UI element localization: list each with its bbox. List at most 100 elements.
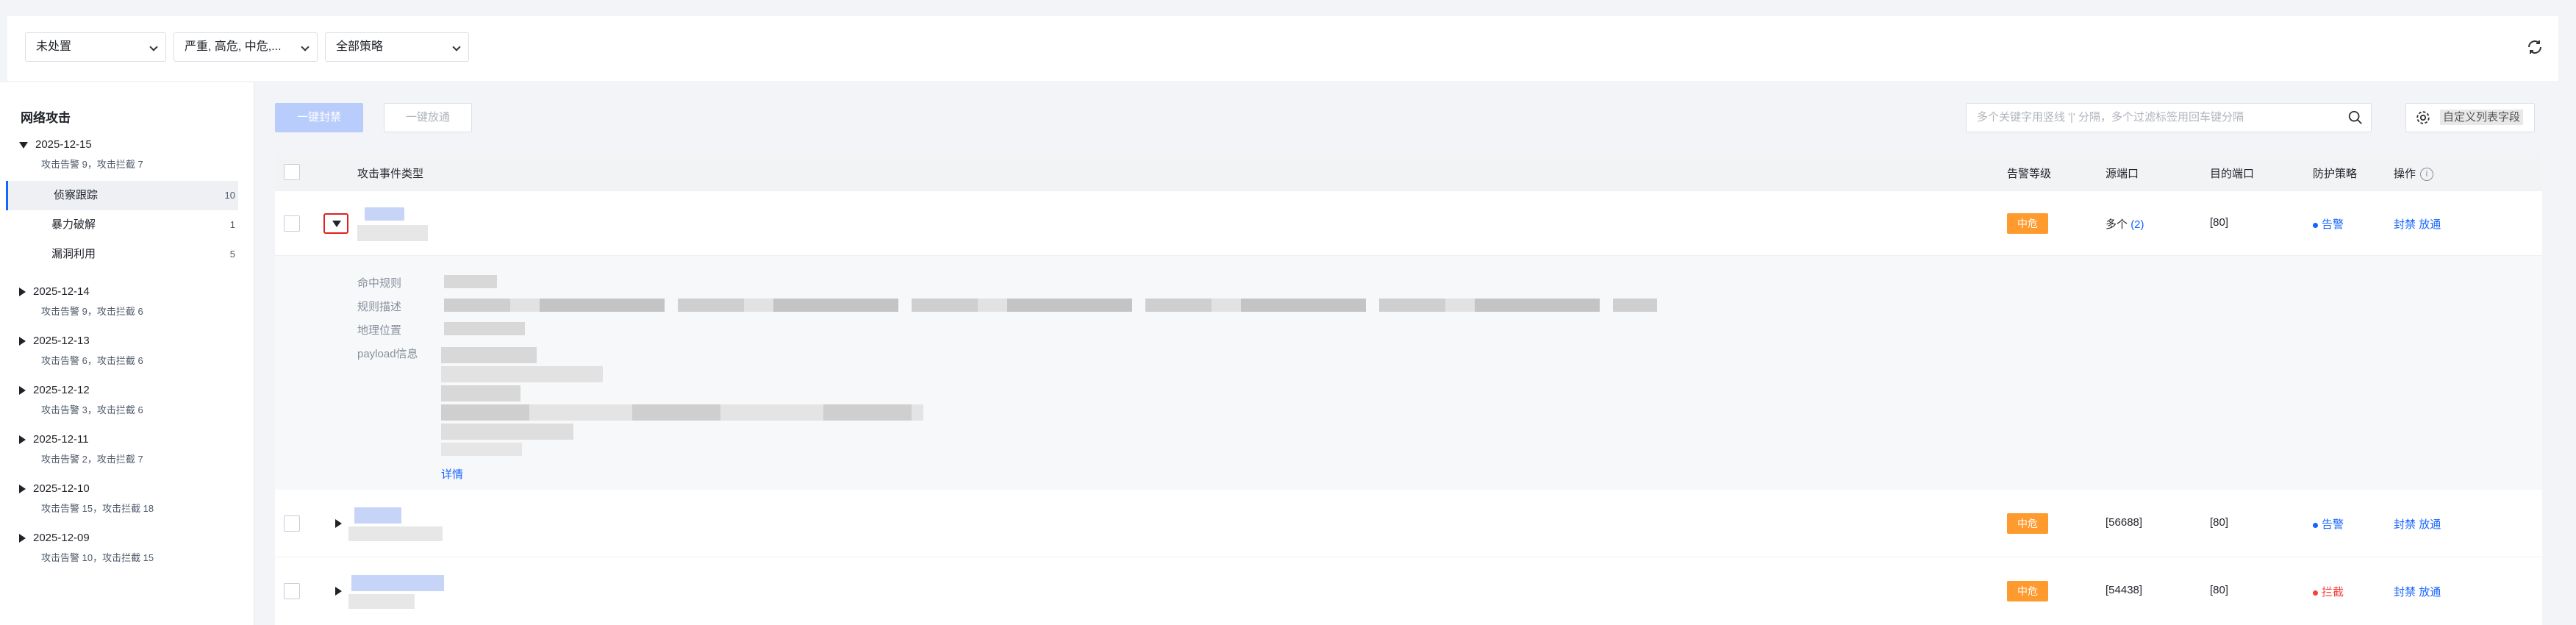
block-link[interactable]: 封禁 xyxy=(2394,586,2416,599)
payload-line-redacted xyxy=(441,443,522,456)
table-header: 攻击事件类型 告警等级 源端口 目的端口 防护策略 操作 i xyxy=(275,153,2542,191)
custom-fields-label: 自定义列表字段 xyxy=(2440,110,2524,125)
sidebar-day-2025-12-13[interactable]: 2025-12-13 攻击告警 6，攻击拦截 6 xyxy=(19,335,143,367)
category-count: 1 xyxy=(229,219,235,230)
table-row: 中危 多个 (2) [80] 告警 封禁 放通 xyxy=(275,191,2542,256)
level-badge: 中危 xyxy=(2007,513,2048,534)
rule-desc-redacted xyxy=(444,299,1657,312)
caret-right-icon xyxy=(19,485,26,494)
policy-text: 告警 xyxy=(2322,218,2344,231)
day-summary: 攻击告警 9，攻击拦截 7 xyxy=(41,159,143,170)
row-checkbox[interactable] xyxy=(284,583,300,599)
sidebar-item-recon[interactable]: 侦察跟踪 10 xyxy=(6,181,238,210)
category-label: 侦察跟踪 xyxy=(54,189,99,201)
table-row: 中危 [56688] [80] 告警 封禁 放通 xyxy=(275,490,2542,557)
payload-line-redacted xyxy=(441,424,573,440)
header-action: 操作 i xyxy=(2394,165,2434,182)
action-cell: 封禁 放通 xyxy=(2394,516,2441,532)
src-port-cell: 多个 (2) xyxy=(2105,216,2144,232)
caret-right-icon xyxy=(19,386,26,396)
payload-line-redacted xyxy=(441,385,520,401)
dst-port-cell: [80] xyxy=(2210,516,2229,529)
info-icon[interactable]: i xyxy=(2420,168,2434,182)
payload-line-redacted xyxy=(441,404,923,421)
caret-right-icon[interactable] xyxy=(335,587,342,596)
row-checkbox[interactable] xyxy=(284,515,300,532)
policy-text: 告警 xyxy=(2322,518,2344,531)
day-date: 2025-12-09 xyxy=(33,532,90,544)
sidebar-item-bruteforce[interactable]: 暴力破解 1 xyxy=(6,210,238,240)
chevron-down-icon xyxy=(452,43,461,51)
main-panel: 一键封禁 一键放通 多个关键字用竖线 '|' 分隔，多个过滤标签用回车键分隔 自… xyxy=(275,97,2542,625)
caret-right-icon xyxy=(19,534,26,543)
payload-line-redacted xyxy=(441,347,537,363)
severity-filter[interactable]: 严重, 高危, 中危,... xyxy=(173,32,318,62)
header-type: 攻击事件类型 xyxy=(357,168,424,180)
block-link[interactable]: 封禁 xyxy=(2394,218,2416,231)
sidebar-item-exploit[interactable]: 漏洞利用 5 xyxy=(6,240,238,269)
category-count: 10 xyxy=(224,190,235,201)
day-date: 2025-12-13 xyxy=(33,335,90,347)
row-expand-toggle[interactable] xyxy=(323,213,348,234)
sidebar-day-2025-12-14[interactable]: 2025-12-14 攻击告警 9，攻击拦截 6 xyxy=(19,285,143,318)
chevron-down-icon xyxy=(301,43,310,51)
status-filter[interactable]: 未处置 xyxy=(25,32,166,62)
header-dst-port: 目的端口 xyxy=(2210,168,2255,180)
src-port-text: 多个 xyxy=(2105,218,2128,231)
dst-port-cell: [80] xyxy=(2210,584,2229,596)
block-all-button[interactable]: 一键封禁 xyxy=(275,103,363,132)
src-port-count-link[interactable]: (2) xyxy=(2130,218,2144,231)
day-date: 2025-12-10 xyxy=(33,482,90,495)
caret-right-icon xyxy=(19,337,26,346)
event-type-redacted xyxy=(365,207,404,221)
sidebar-day-2025-12-11[interactable]: 2025-12-11 攻击告警 2，攻击拦截 7 xyxy=(19,433,143,465)
event-type-redacted xyxy=(351,575,444,591)
select-all-checkbox[interactable] xyxy=(284,164,300,180)
row-checkbox[interactable] xyxy=(284,215,300,232)
caret-right-icon[interactable] xyxy=(335,519,342,528)
detail-link[interactable]: 详情 xyxy=(441,466,463,482)
search-input[interactable]: 多个关键字用竖线 '|' 分隔，多个过滤标签用回车键分隔 xyxy=(1966,103,2372,132)
day-summary: 攻击告警 2，攻击拦截 7 xyxy=(41,454,143,465)
sidebar-day-2025-12-10[interactable]: 2025-12-10 攻击告警 15，攻击拦截 18 xyxy=(19,482,154,515)
header-level: 告警等级 xyxy=(2007,168,2052,180)
level-badge: 中危 xyxy=(2007,213,2048,234)
sidebar: 网络攻击 2025-12-15 攻击告警 9，攻击拦截 7 侦察跟踪 10 暴力… xyxy=(0,82,254,625)
gear-icon xyxy=(2416,111,2430,124)
location-redacted xyxy=(444,322,525,335)
day-summary: 攻击告警 3，攻击拦截 6 xyxy=(41,404,143,415)
sidebar-day-2025-12-15[interactable]: 2025-12-15 攻击告警 9，攻击拦截 7 xyxy=(19,138,143,171)
allow-link[interactable]: 放通 xyxy=(2419,218,2441,231)
block-link[interactable]: 封禁 xyxy=(2394,518,2416,531)
search-icon[interactable] xyxy=(2347,110,2364,126)
caret-down-icon xyxy=(332,221,341,227)
payload-line-redacted xyxy=(441,366,603,382)
search-placeholder: 多个关键字用竖线 '|' 分隔，多个过滤标签用回车键分隔 xyxy=(1977,111,2244,124)
day-summary: 攻击告警 15，攻击拦截 18 xyxy=(41,503,154,514)
sidebar-day-2025-12-12[interactable]: 2025-12-12 攻击告警 3，攻击拦截 6 xyxy=(19,384,143,416)
category-count: 5 xyxy=(229,249,235,260)
sidebar-day-2025-12-09[interactable]: 2025-12-09 攻击告警 10，攻击拦截 15 xyxy=(19,532,154,564)
policy-filter[interactable]: 全部策略 xyxy=(325,32,469,62)
policy-text: 拦截 xyxy=(2322,586,2344,599)
day-summary: 攻击告警 9，攻击拦截 6 xyxy=(41,306,143,317)
status-dot xyxy=(2313,222,2318,228)
refresh-icon[interactable] xyxy=(2526,38,2544,56)
allow-link[interactable]: 放通 xyxy=(2419,518,2441,531)
event-subtype-redacted xyxy=(357,225,428,241)
day-summary: 攻击告警 6，攻击拦截 6 xyxy=(41,355,143,366)
caret-right-icon xyxy=(19,288,26,297)
event-subtype-redacted xyxy=(348,594,415,609)
severity-filter-value: 严重, 高危, 中危,... xyxy=(185,40,282,53)
allow-all-button[interactable]: 一键放通 xyxy=(384,103,472,132)
event-subtype-redacted xyxy=(348,526,443,541)
detail-label-payload: payload信息 xyxy=(357,348,418,360)
custom-fields-button[interactable]: 自定义列表字段 xyxy=(2405,103,2535,132)
allow-link[interactable]: 放通 xyxy=(2419,586,2441,599)
chevron-down-icon xyxy=(149,43,158,51)
detail-label-rule-desc: 规则描述 xyxy=(357,301,402,313)
day-summary: 攻击告警 10，攻击拦截 15 xyxy=(41,552,154,563)
header-action-label: 操作 xyxy=(2394,168,2416,180)
filter-bar: 未处置 严重, 高危, 中危,... 全部策略 xyxy=(7,16,2558,81)
policy-cell: 告警 xyxy=(2313,216,2344,232)
